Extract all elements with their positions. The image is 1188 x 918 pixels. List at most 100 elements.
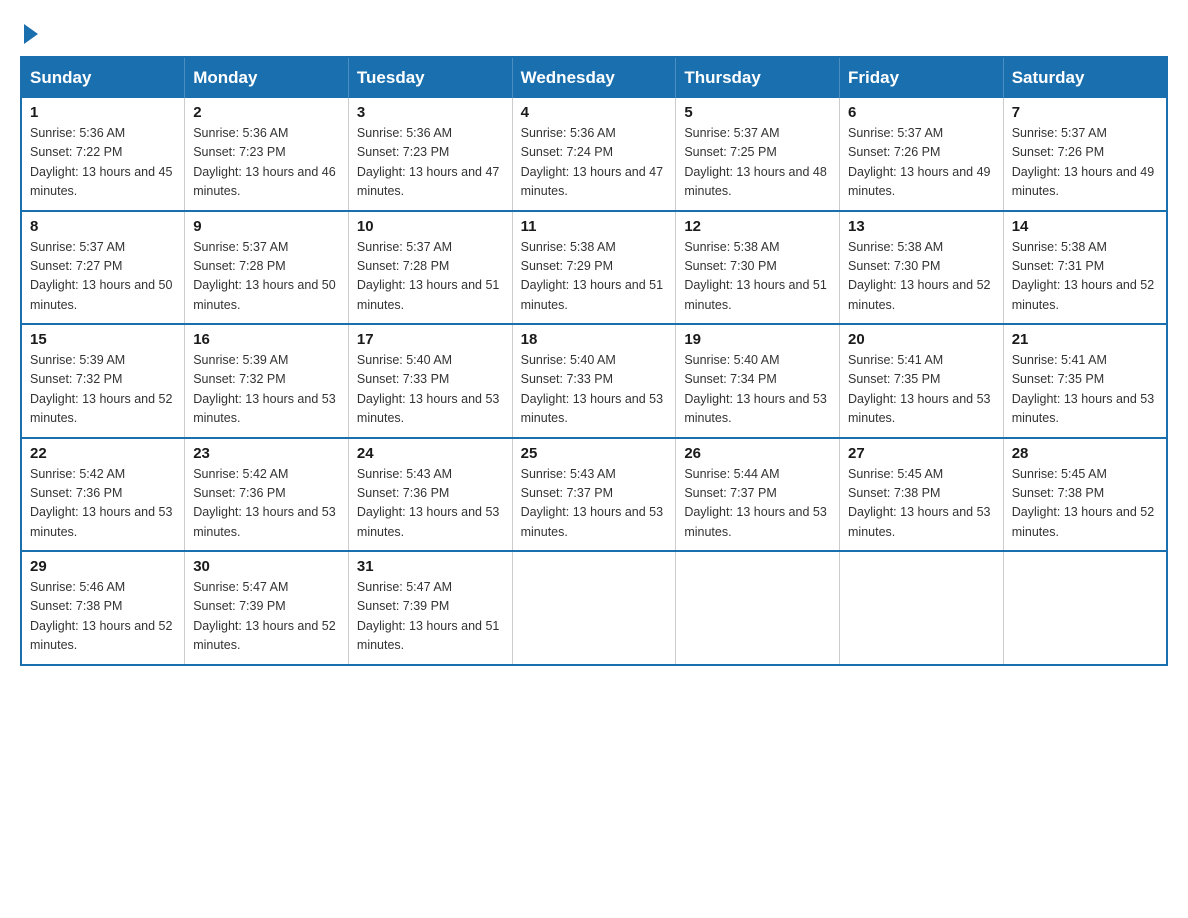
day-number: 5 <box>684 104 831 121</box>
column-header-thursday: Thursday <box>676 57 840 98</box>
calendar-day-cell: 3 Sunrise: 5:36 AMSunset: 7:23 PMDayligh… <box>348 98 512 211</box>
day-number: 19 <box>684 331 831 348</box>
day-number: 31 <box>357 558 504 575</box>
day-number: 30 <box>193 558 340 575</box>
day-info: Sunrise: 5:39 AMSunset: 7:32 PMDaylight:… <box>30 353 172 425</box>
day-info: Sunrise: 5:44 AMSunset: 7:37 PMDaylight:… <box>684 467 826 539</box>
column-header-saturday: Saturday <box>1003 57 1167 98</box>
day-info: Sunrise: 5:41 AMSunset: 7:35 PMDaylight:… <box>1012 353 1154 425</box>
day-number: 25 <box>521 445 668 462</box>
calendar-day-cell: 25 Sunrise: 5:43 AMSunset: 7:37 PMDaylig… <box>512 438 676 552</box>
day-number: 14 <box>1012 218 1158 235</box>
calendar-day-cell: 18 Sunrise: 5:40 AMSunset: 7:33 PMDaylig… <box>512 324 676 438</box>
calendar-day-cell: 9 Sunrise: 5:37 AMSunset: 7:28 PMDayligh… <box>185 211 349 325</box>
day-number: 21 <box>1012 331 1158 348</box>
day-info: Sunrise: 5:40 AMSunset: 7:33 PMDaylight:… <box>521 353 663 425</box>
calendar-day-cell: 15 Sunrise: 5:39 AMSunset: 7:32 PMDaylig… <box>21 324 185 438</box>
calendar-table: SundayMondayTuesdayWednesdayThursdayFrid… <box>20 56 1168 666</box>
day-info: Sunrise: 5:39 AMSunset: 7:32 PMDaylight:… <box>193 353 335 425</box>
day-info: Sunrise: 5:37 AMSunset: 7:26 PMDaylight:… <box>1012 126 1154 198</box>
day-info: Sunrise: 5:38 AMSunset: 7:29 PMDaylight:… <box>521 240 663 312</box>
day-number: 1 <box>30 104 176 121</box>
day-info: Sunrise: 5:43 AMSunset: 7:36 PMDaylight:… <box>357 467 499 539</box>
calendar-day-cell <box>512 551 676 665</box>
day-number: 3 <box>357 104 504 121</box>
calendar-week-row: 29 Sunrise: 5:46 AMSunset: 7:38 PMDaylig… <box>21 551 1167 665</box>
day-info: Sunrise: 5:37 AMSunset: 7:28 PMDaylight:… <box>357 240 499 312</box>
calendar-day-cell: 8 Sunrise: 5:37 AMSunset: 7:27 PMDayligh… <box>21 211 185 325</box>
calendar-day-cell <box>1003 551 1167 665</box>
day-number: 18 <box>521 331 668 348</box>
calendar-day-cell: 13 Sunrise: 5:38 AMSunset: 7:30 PMDaylig… <box>840 211 1004 325</box>
day-info: Sunrise: 5:45 AMSunset: 7:38 PMDaylight:… <box>1012 467 1154 539</box>
calendar-day-cell: 31 Sunrise: 5:47 AMSunset: 7:39 PMDaylig… <box>348 551 512 665</box>
day-number: 16 <box>193 331 340 348</box>
calendar-day-cell: 1 Sunrise: 5:36 AMSunset: 7:22 PMDayligh… <box>21 98 185 211</box>
calendar-day-cell: 20 Sunrise: 5:41 AMSunset: 7:35 PMDaylig… <box>840 324 1004 438</box>
calendar-day-cell <box>676 551 840 665</box>
calendar-day-cell <box>840 551 1004 665</box>
calendar-day-cell: 27 Sunrise: 5:45 AMSunset: 7:38 PMDaylig… <box>840 438 1004 552</box>
day-info: Sunrise: 5:38 AMSunset: 7:30 PMDaylight:… <box>848 240 990 312</box>
calendar-header-row: SundayMondayTuesdayWednesdayThursdayFrid… <box>21 57 1167 98</box>
day-number: 24 <box>357 445 504 462</box>
column-header-monday: Monday <box>185 57 349 98</box>
day-info: Sunrise: 5:37 AMSunset: 7:25 PMDaylight:… <box>684 126 826 198</box>
day-number: 23 <box>193 445 340 462</box>
day-info: Sunrise: 5:37 AMSunset: 7:28 PMDaylight:… <box>193 240 335 312</box>
day-number: 27 <box>848 445 995 462</box>
calendar-day-cell: 6 Sunrise: 5:37 AMSunset: 7:26 PMDayligh… <box>840 98 1004 211</box>
day-info: Sunrise: 5:40 AMSunset: 7:34 PMDaylight:… <box>684 353 826 425</box>
day-number: 4 <box>521 104 668 121</box>
day-info: Sunrise: 5:42 AMSunset: 7:36 PMDaylight:… <box>30 467 172 539</box>
calendar-day-cell: 12 Sunrise: 5:38 AMSunset: 7:30 PMDaylig… <box>676 211 840 325</box>
calendar-day-cell: 23 Sunrise: 5:42 AMSunset: 7:36 PMDaylig… <box>185 438 349 552</box>
day-info: Sunrise: 5:41 AMSunset: 7:35 PMDaylight:… <box>848 353 990 425</box>
day-info: Sunrise: 5:37 AMSunset: 7:26 PMDaylight:… <box>848 126 990 198</box>
column-header-friday: Friday <box>840 57 1004 98</box>
calendar-day-cell: 16 Sunrise: 5:39 AMSunset: 7:32 PMDaylig… <box>185 324 349 438</box>
day-number: 20 <box>848 331 995 348</box>
calendar-day-cell: 22 Sunrise: 5:42 AMSunset: 7:36 PMDaylig… <box>21 438 185 552</box>
day-number: 6 <box>848 104 995 121</box>
calendar-day-cell: 10 Sunrise: 5:37 AMSunset: 7:28 PMDaylig… <box>348 211 512 325</box>
day-number: 29 <box>30 558 176 575</box>
page-header <box>20 20 1168 40</box>
day-number: 8 <box>30 218 176 235</box>
day-number: 26 <box>684 445 831 462</box>
day-info: Sunrise: 5:47 AMSunset: 7:39 PMDaylight:… <box>193 580 335 652</box>
day-number: 10 <box>357 218 504 235</box>
column-header-wednesday: Wednesday <box>512 57 676 98</box>
calendar-day-cell: 30 Sunrise: 5:47 AMSunset: 7:39 PMDaylig… <box>185 551 349 665</box>
calendar-day-cell: 24 Sunrise: 5:43 AMSunset: 7:36 PMDaylig… <box>348 438 512 552</box>
day-info: Sunrise: 5:38 AMSunset: 7:30 PMDaylight:… <box>684 240 826 312</box>
calendar-week-row: 8 Sunrise: 5:37 AMSunset: 7:27 PMDayligh… <box>21 211 1167 325</box>
logo-arrow-icon <box>24 24 38 44</box>
calendar-week-row: 22 Sunrise: 5:42 AMSunset: 7:36 PMDaylig… <box>21 438 1167 552</box>
day-info: Sunrise: 5:37 AMSunset: 7:27 PMDaylight:… <box>30 240 172 312</box>
calendar-day-cell: 26 Sunrise: 5:44 AMSunset: 7:37 PMDaylig… <box>676 438 840 552</box>
calendar-week-row: 1 Sunrise: 5:36 AMSunset: 7:22 PMDayligh… <box>21 98 1167 211</box>
day-number: 15 <box>30 331 176 348</box>
day-number: 7 <box>1012 104 1158 121</box>
day-info: Sunrise: 5:38 AMSunset: 7:31 PMDaylight:… <box>1012 240 1154 312</box>
calendar-day-cell: 21 Sunrise: 5:41 AMSunset: 7:35 PMDaylig… <box>1003 324 1167 438</box>
day-info: Sunrise: 5:36 AMSunset: 7:23 PMDaylight:… <box>357 126 499 198</box>
calendar-day-cell: 7 Sunrise: 5:37 AMSunset: 7:26 PMDayligh… <box>1003 98 1167 211</box>
day-info: Sunrise: 5:47 AMSunset: 7:39 PMDaylight:… <box>357 580 499 652</box>
day-info: Sunrise: 5:45 AMSunset: 7:38 PMDaylight:… <box>848 467 990 539</box>
day-info: Sunrise: 5:36 AMSunset: 7:22 PMDaylight:… <box>30 126 172 198</box>
calendar-day-cell: 5 Sunrise: 5:37 AMSunset: 7:25 PMDayligh… <box>676 98 840 211</box>
logo <box>20 20 38 40</box>
calendar-week-row: 15 Sunrise: 5:39 AMSunset: 7:32 PMDaylig… <box>21 324 1167 438</box>
day-number: 28 <box>1012 445 1158 462</box>
day-number: 9 <box>193 218 340 235</box>
calendar-day-cell: 17 Sunrise: 5:40 AMSunset: 7:33 PMDaylig… <box>348 324 512 438</box>
day-number: 2 <box>193 104 340 121</box>
day-number: 11 <box>521 218 668 235</box>
day-number: 17 <box>357 331 504 348</box>
calendar-day-cell: 19 Sunrise: 5:40 AMSunset: 7:34 PMDaylig… <box>676 324 840 438</box>
calendar-day-cell: 14 Sunrise: 5:38 AMSunset: 7:31 PMDaylig… <box>1003 211 1167 325</box>
day-number: 12 <box>684 218 831 235</box>
calendar-day-cell: 11 Sunrise: 5:38 AMSunset: 7:29 PMDaylig… <box>512 211 676 325</box>
